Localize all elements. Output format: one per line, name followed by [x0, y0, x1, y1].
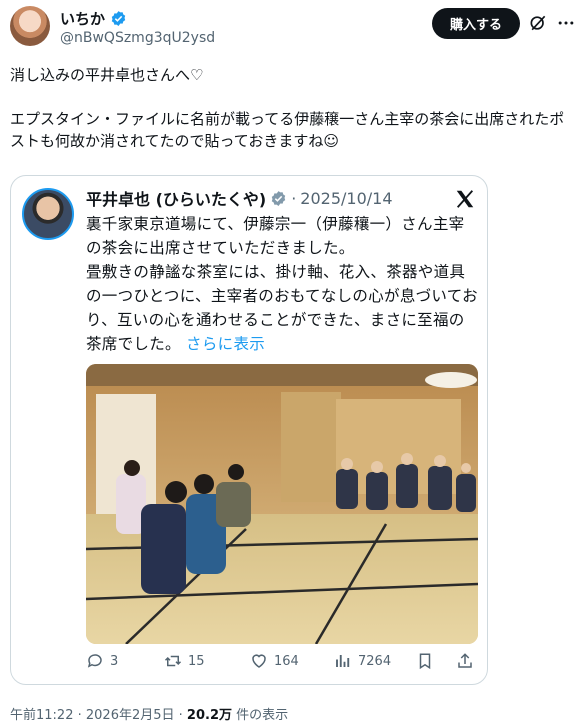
like-count: 164 [274, 653, 299, 669]
quoted-author-name[interactable]: 平井卓也 (ひらいたくや) [86, 186, 266, 210]
quoted-text: 裏千家東京道場にて、伊藤宗一（伊藤穰一）さん主宰の茶会に出席させていただきました… [86, 212, 478, 356]
views-count: 7264 [358, 653, 392, 669]
quoted-date[interactable]: 2025/10/14 [300, 189, 392, 208]
quoted-author-avatar[interactable] [22, 188, 74, 240]
views-action[interactable]: 7264 [334, 652, 391, 670]
post-meta: 午前11:22 · 2026年2月5日 · 20.2万 件の表示 [10, 708, 289, 723]
views-total: 20.2万 [186, 708, 232, 723]
author-name-row: いちか [60, 8, 127, 29]
quoted-date-separator: · [291, 188, 297, 208]
views-label: 件の表示 [236, 708, 289, 723]
repost-action[interactable]: 15 [164, 652, 205, 670]
post-time[interactable]: 午前11:22 [10, 708, 73, 723]
tea-ceremony-photo[interactable] [86, 364, 478, 644]
more-icon[interactable] [556, 13, 576, 33]
verified-gray-icon [271, 190, 286, 206]
share-icon [458, 653, 472, 668]
share-action[interactable] [456, 652, 474, 670]
reply-action[interactable]: 3 [86, 652, 118, 670]
verified-icon [111, 11, 126, 26]
quoted-body: 裏千家東京道場にて、伊藤宗一（伊藤穰一）さん主宰の茶会に出席させていただきました… [86, 215, 478, 353]
quoted-header: 平井卓也 (ひらいたくや) · 2025/10/14 [86, 186, 393, 210]
like-action[interactable]: 164 [250, 652, 299, 670]
repost-count: 15 [188, 653, 205, 669]
grok-icon[interactable] [528, 13, 548, 33]
like-icon [252, 654, 266, 668]
subscribe-button[interactable]: 購入する [432, 8, 520, 39]
views-icon [336, 655, 350, 667]
tweet-text-line2: エプスタイン・ファイルに名前が載ってる伊藤穣一さん主宰の茶会に出席されたポストも… [10, 110, 565, 150]
x-logo-icon [456, 190, 474, 208]
reply-count: 3 [110, 653, 119, 669]
quoted-action-bar: 3 15 164 7264 [86, 652, 478, 676]
show-more-link[interactable]: さらに表示 [186, 335, 265, 353]
author-handle[interactable]: @nBwQSzmg3qU2ysd [60, 30, 215, 46]
author-name[interactable]: いちか [60, 8, 105, 29]
author-avatar[interactable] [10, 6, 50, 46]
reply-icon [87, 654, 102, 668]
bookmark-icon [419, 653, 431, 670]
repost-icon [164, 655, 182, 667]
tweet-text: 消し込みの平井卓也さんへ♡ エプスタイン・ファイルに名前が載ってる伊藤穣一さん主… [10, 64, 576, 152]
tweet-text-line1: 消し込みの平井卓也さんへ♡ [10, 66, 204, 84]
post-date[interactable]: 2026年2月5日 [86, 708, 175, 723]
bookmark-action[interactable] [416, 652, 434, 670]
